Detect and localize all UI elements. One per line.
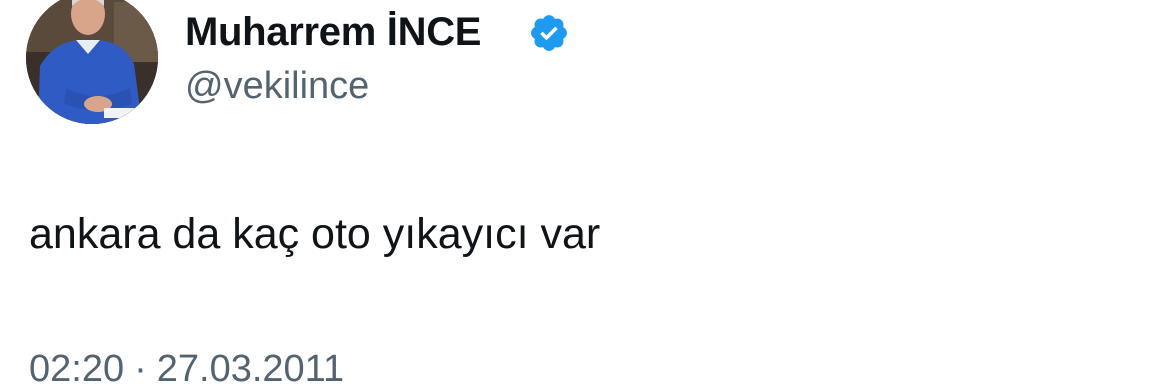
tweet-text: ankara da kaç oto yıkayıcı var: [29, 210, 601, 258]
author-handle[interactable]: @vekilince: [185, 64, 369, 108]
avatar-photo-icon: [26, 0, 158, 124]
author-name[interactable]: Muharrem İNCE: [185, 9, 481, 55]
tweet-card: Muharrem İNCE @vekilince ankara da kaç o…: [0, 0, 1169, 391]
verified-badge-icon[interactable]: [528, 12, 570, 54]
tweet-date: 27.03.2011: [156, 348, 345, 390]
tweet-timestamp[interactable]: 02:20 · 27.03.2011: [29, 347, 344, 391]
author-avatar[interactable]: [26, 0, 158, 124]
tweet-time: 02:20: [29, 348, 125, 390]
meta-separator: ·: [134, 348, 147, 390]
